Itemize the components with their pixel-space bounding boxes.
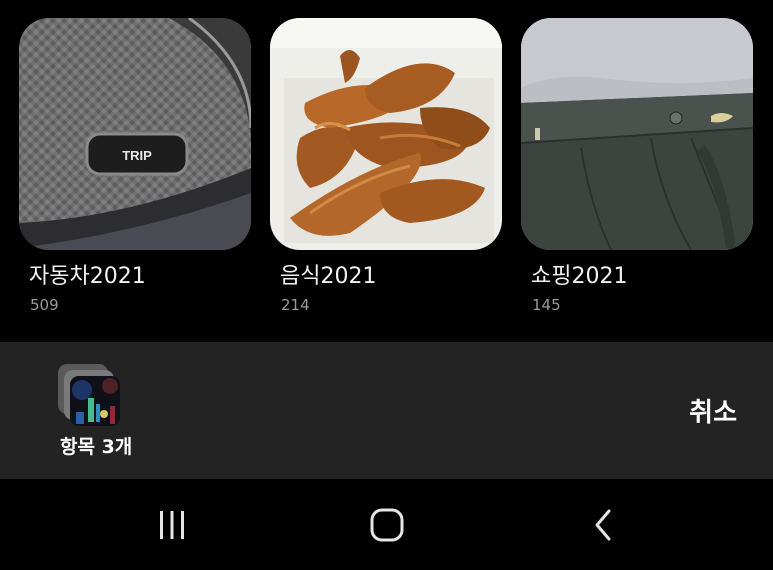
album-name: 자동차2021 [29, 264, 146, 289]
album-count: 214 [281, 296, 310, 314]
back-button[interactable] [584, 505, 624, 545]
recents-icon [160, 511, 184, 539]
screen: TRIP 자동차2021 509 음식2021 214 쇼핑2021 145 항… [0, 0, 773, 570]
back-icon [595, 509, 611, 541]
recents-button[interactable] [152, 505, 192, 545]
album-thumbnail-car[interactable]: TRIP [19, 18, 251, 250]
selected-item-thumbnail [70, 376, 120, 426]
album-name: 음식2021 [280, 264, 377, 289]
album-count: 509 [30, 296, 59, 314]
album-grid: TRIP 자동차2021 509 음식2021 214 쇼핑2021 145 [0, 0, 773, 342]
trip-button-label: TRIP [122, 148, 152, 163]
home-button[interactable] [367, 505, 407, 545]
selection-bar: 항목 3개 취소 [0, 342, 773, 479]
navigation-bar [0, 479, 773, 570]
album-name: 쇼핑2021 [531, 264, 628, 289]
album-count: 145 [532, 296, 561, 314]
home-icon [370, 508, 404, 542]
album-thumbnail-shopping[interactable] [521, 18, 753, 250]
selected-count-label: 항목 3개 [60, 436, 133, 458]
selected-items-stack-icon[interactable] [56, 362, 126, 430]
album-thumbnail-food[interactable] [270, 18, 502, 250]
cancel-button[interactable]: 취소 [689, 392, 737, 429]
